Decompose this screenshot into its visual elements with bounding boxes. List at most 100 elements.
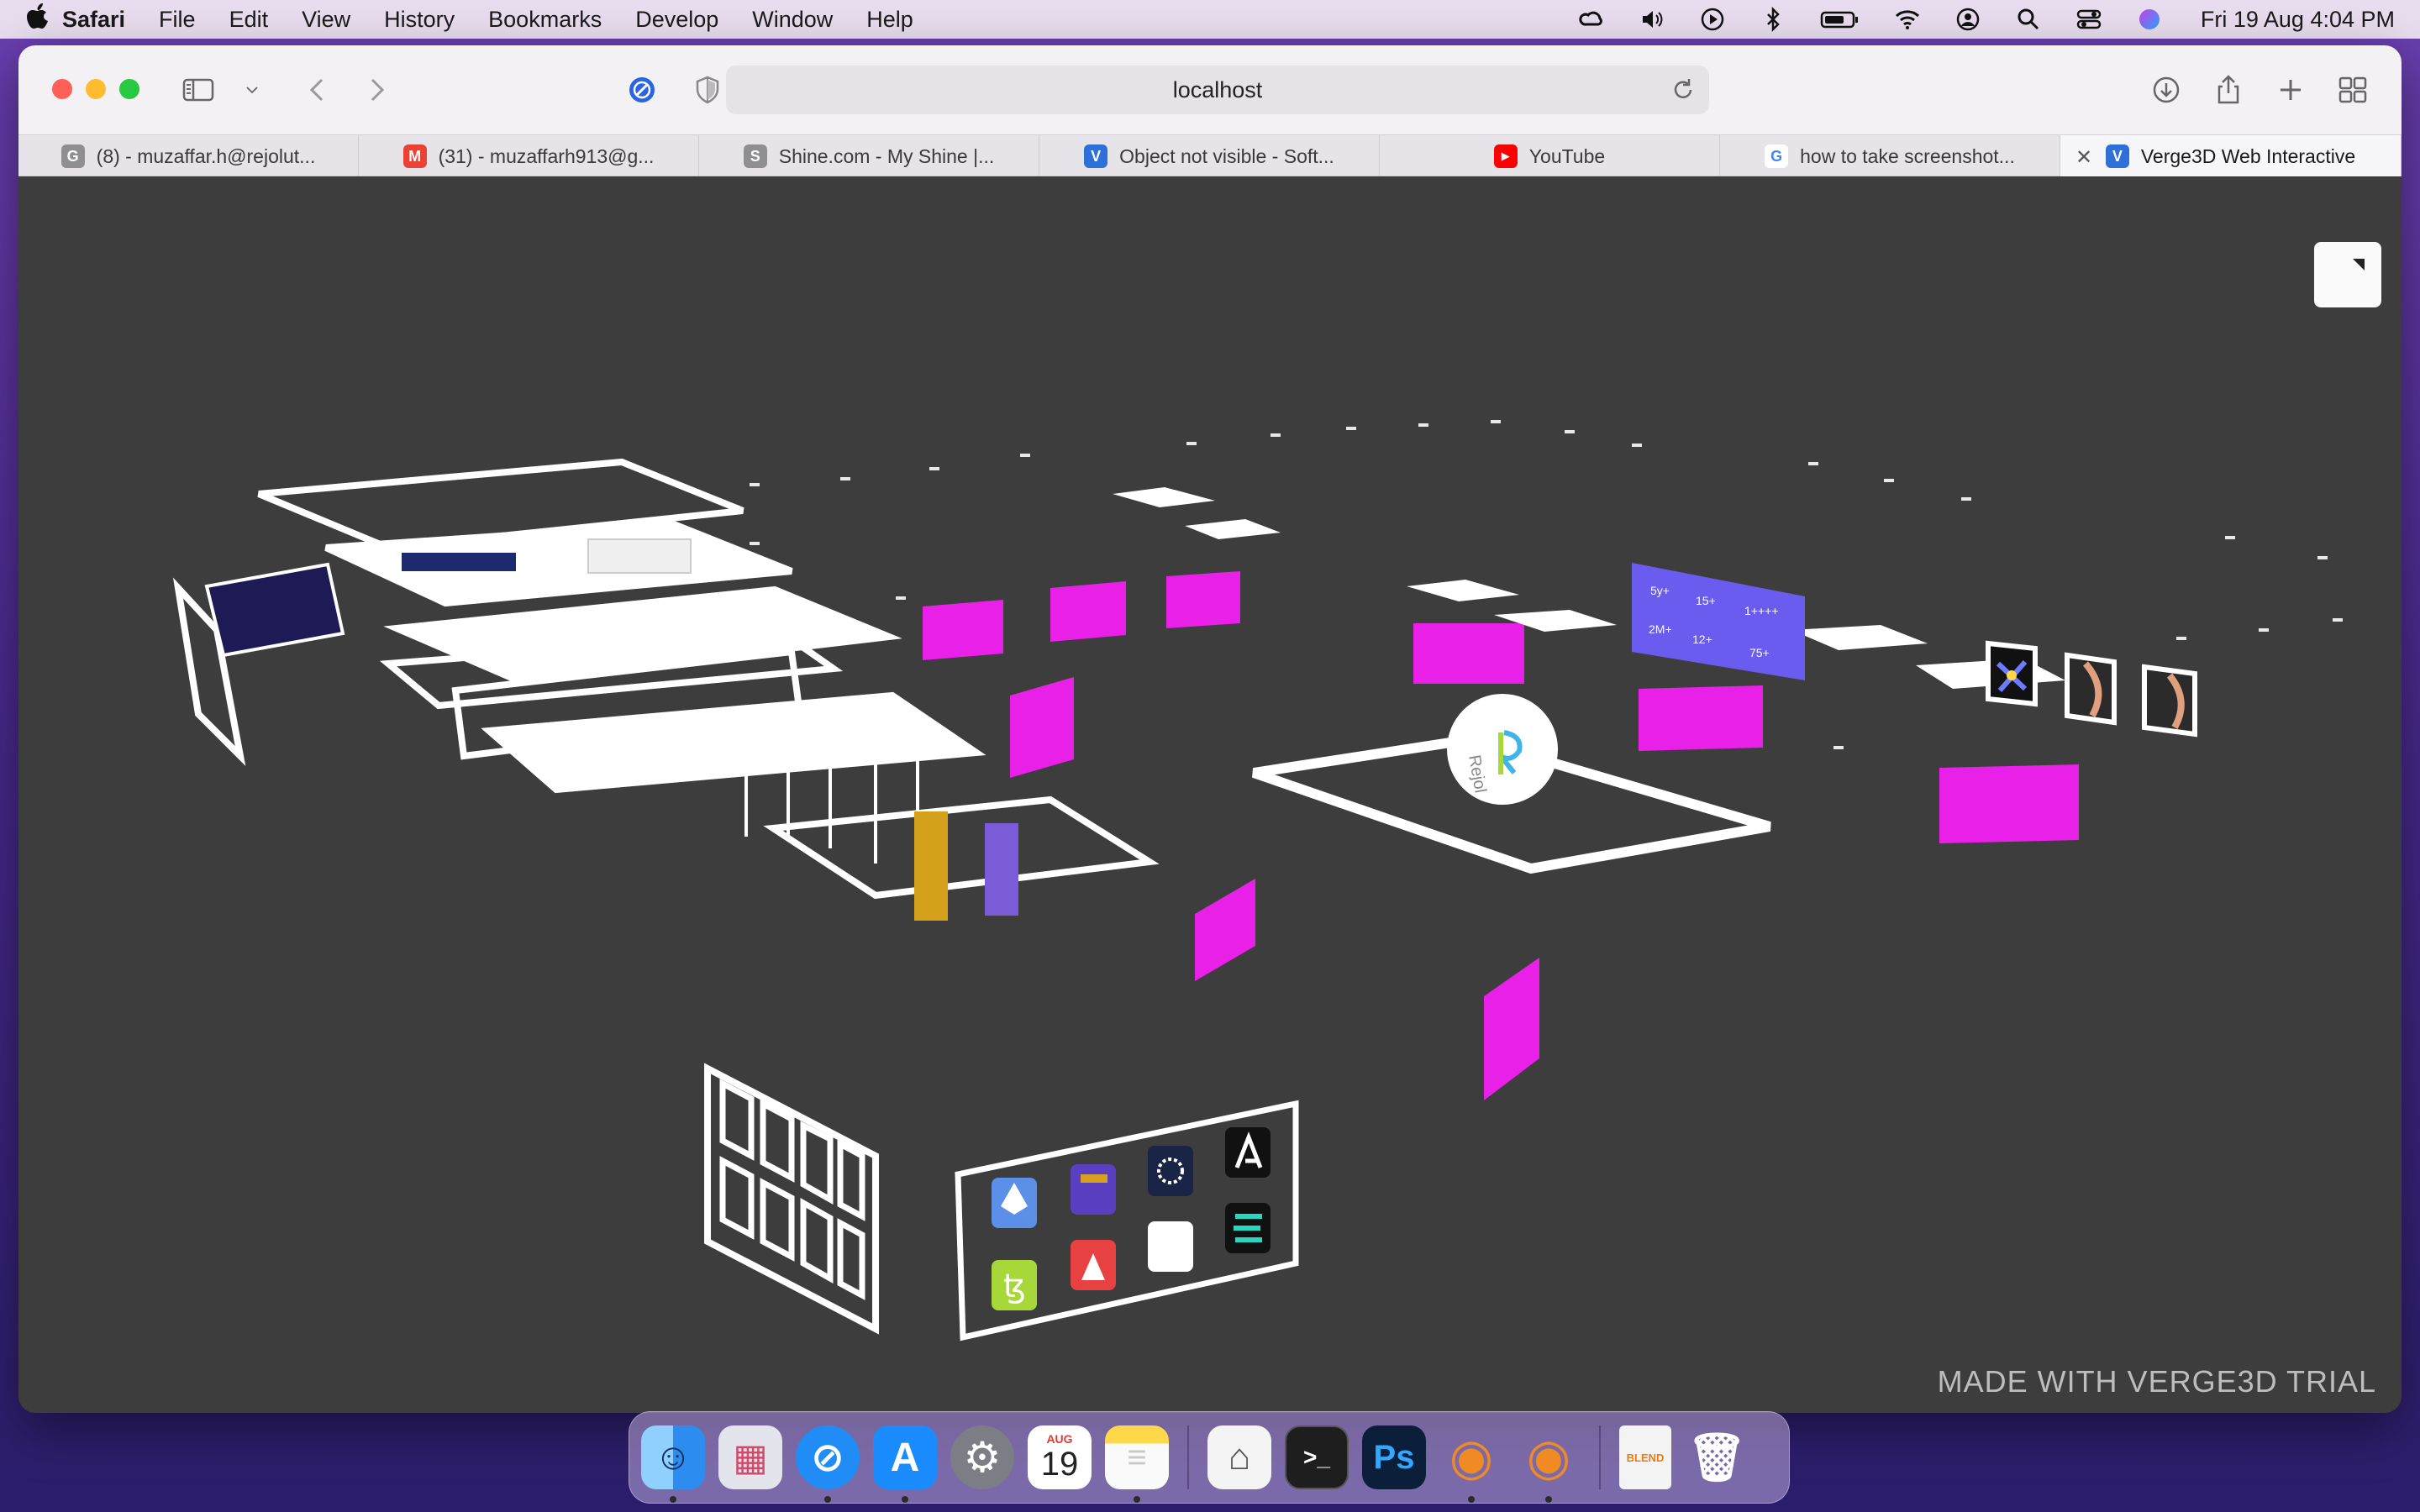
tab-label: (8) - muzaffar.h@rejolut... <box>96 144 316 167</box>
downloads-icon[interactable] <box>2149 71 2183 109</box>
stat-label: 15+ <box>1696 594 1716 607</box>
battery-icon[interactable] <box>1819 7 1861 32</box>
back-button[interactable] <box>301 71 334 109</box>
system-preferences-icon[interactable]: ⚙ <box>950 1425 1014 1489</box>
crypto-icons-panel: ꜩ <box>955 1100 1299 1341</box>
play-icon[interactable] <box>1698 7 1727 32</box>
calendar-month: AUG <box>1046 1431 1073 1446</box>
reload-icon[interactable] <box>1669 76 1697 104</box>
stat-label: 1++++ <box>1744 604 1779 617</box>
launchpad-icon[interactable]: ▦ <box>718 1425 782 1489</box>
tab-google-search[interactable]: G how to take screenshot... <box>1720 135 2060 177</box>
tab-bar: G (8) - muzaffar.h@rejolut... M (31) - m… <box>18 134 2402 177</box>
stat-label: 75+ <box>1749 646 1770 659</box>
svg-text:ꜩ: ꜩ <box>1003 1268 1026 1305</box>
3d-scene[interactable]: Rejol 5y+ 15+ 1++++ 2M+ 12+ 75+ ꜩ <box>18 176 2402 1413</box>
stat-label: 12+ <box>1692 633 1712 646</box>
far-right-frames <box>1986 640 2197 738</box>
fullscreen-button[interactable] <box>2314 242 2381 307</box>
dock: ☺ ▦ ⊘ A ⚙ AUG 19 ≡ ⌂ >_ Ps ◉ ◉ BLEND 🗑 <box>629 1411 1790 1504</box>
dock-separator <box>1187 1425 1189 1489</box>
scanner-icon[interactable]: ⌂ <box>1207 1425 1271 1489</box>
tab-verge3d[interactable]: ✕ V Verge3D Web Interactive <box>2060 135 2402 177</box>
close-window-button[interactable] <box>52 79 72 99</box>
apple-menu-icon[interactable] <box>25 2 62 37</box>
menu-view[interactable]: View <box>302 7 350 33</box>
magenta-planes <box>923 571 2079 1100</box>
blender-icon[interactable]: ◉ <box>1439 1425 1503 1503</box>
wifi-icon[interactable] <box>1893 7 1922 32</box>
calendar-icon[interactable]: AUG 19 <box>1028 1425 1092 1489</box>
tab-favicon: G <box>60 144 85 168</box>
safari-window: localhost G (8) - muzaffar.h@rejolut... … <box>18 45 2402 1413</box>
menu-develop[interactable]: Develop <box>635 7 718 33</box>
chevron-down-icon[interactable] <box>242 71 262 109</box>
tab-label: how to take screenshot... <box>1800 144 2015 167</box>
tab-gmail-personal[interactable]: M (31) - muzaffarh913@g... <box>359 135 699 177</box>
finder-icon[interactable]: ☺ <box>641 1425 705 1503</box>
menu-file[interactable]: File <box>159 7 196 33</box>
photoshop-icon[interactable]: Ps <box>1362 1425 1426 1489</box>
menu-window[interactable]: Window <box>752 7 833 33</box>
tab-overview-icon[interactable] <box>2336 71 2370 109</box>
minimize-window-button[interactable] <box>86 79 106 99</box>
tab-favicon: S <box>743 144 767 168</box>
address-text: localhost <box>1172 76 1263 102</box>
tab-youtube[interactable]: ▶ YouTube <box>1380 135 1720 177</box>
notes-icon[interactable]: ≡ <box>1105 1425 1169 1503</box>
forward-button[interactable] <box>360 71 393 109</box>
tab-label: YouTube <box>1528 144 1606 167</box>
siri-icon[interactable] <box>2135 7 2164 32</box>
search-icon[interactable] <box>2014 7 2043 32</box>
trash-icon[interactable]: 🗑 <box>1685 1425 1749 1489</box>
blend-file-icon[interactable]: BLEND <box>1619 1425 1671 1489</box>
menu-clock[interactable]: Fri 19 Aug 4:04 PM <box>2201 7 2395 33</box>
stat-label: 2M+ <box>1649 622 1672 636</box>
stats-panel: 5y+ 15+ 1++++ 2M+ 12+ 75+ <box>1632 563 1805 680</box>
window-grid-panel <box>704 1063 879 1335</box>
extension-icon[interactable] <box>625 71 659 109</box>
tab-label: Shine.com - My Shine |... <box>778 144 995 167</box>
youtube-icon: ▶ <box>1493 144 1518 168</box>
creative-cloud-icon[interactable] <box>1577 7 1606 32</box>
tab-label: (31) - muzaffarh913@g... <box>438 144 655 167</box>
tab-label: Verge3D Web Interactive <box>2140 144 2356 167</box>
blender-second-icon[interactable]: ◉ <box>1517 1425 1581 1503</box>
close-tab-icon[interactable]: ✕ <box>2075 145 2092 170</box>
stack-coin-icon <box>1071 1164 1116 1215</box>
tab-label: Object not visible - Soft... <box>1119 144 1334 167</box>
terminal-icon[interactable]: >_ <box>1285 1425 1349 1489</box>
user-icon[interactable] <box>1954 7 1982 32</box>
stat-label: 5y+ <box>1650 584 1670 597</box>
cardano-icon <box>1148 1146 1193 1196</box>
verge3d-trial-watermark: MADE WITH VERGE3D TRIAL <box>1937 1364 2376 1399</box>
right-floor-tiles <box>1113 487 2065 689</box>
sidebar-toggle-icon[interactable] <box>182 71 215 109</box>
tab-favicon: V <box>2105 144 2129 168</box>
menu-bar: Safari File Edit View History Bookmarks … <box>0 0 2420 39</box>
bluetooth-icon[interactable] <box>1759 6 1787 33</box>
address-bar[interactable]: localhost <box>726 66 1709 114</box>
google-icon: G <box>1765 144 1789 168</box>
dock-separator <box>1599 1425 1601 1489</box>
webgl-viewport[interactable]: Rejol 5y+ 15+ 1++++ 2M+ 12+ 75+ ꜩ MADE W… <box>18 176 2402 1413</box>
volume-icon[interactable] <box>1638 7 1666 32</box>
share-icon[interactable] <box>2212 71 2245 109</box>
menu-edit[interactable]: Edit <box>229 7 269 33</box>
tab-gmail-work[interactable]: G (8) - muzaffar.h@rejolut... <box>18 135 359 177</box>
new-tab-icon[interactable] <box>2274 71 2307 109</box>
calendar-day: 19 <box>1040 1445 1079 1483</box>
tab-shine[interactable]: S Shine.com - My Shine |... <box>699 135 1039 177</box>
safari-icon[interactable]: ⊘ <box>796 1425 860 1503</box>
privacy-shield-icon[interactable] <box>691 71 724 109</box>
app-store-icon[interactable]: A <box>873 1425 937 1503</box>
control-center-icon[interactable] <box>2075 7 2103 32</box>
menu-app-name[interactable]: Safari <box>62 7 125 33</box>
menu-help[interactable]: Help <box>866 7 913 33</box>
coin-white-icon <box>1148 1221 1193 1272</box>
tab-object-not-visible[interactable]: V Object not visible - Soft... <box>1039 135 1380 177</box>
tab-favicon: M <box>402 144 427 168</box>
zoom-window-button[interactable] <box>119 79 139 99</box>
menu-bookmarks[interactable]: Bookmarks <box>488 7 602 33</box>
menu-history[interactable]: History <box>384 7 455 33</box>
